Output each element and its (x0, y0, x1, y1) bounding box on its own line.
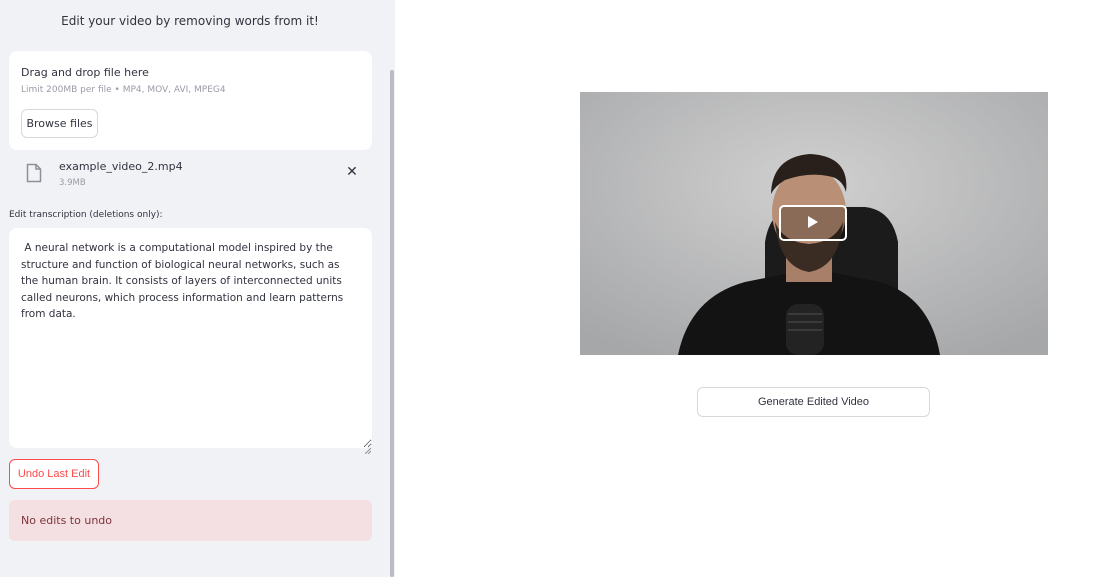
file-size: 3.9MB (59, 178, 86, 188)
scrollbar-thumb[interactable] (390, 70, 394, 577)
main-content: Generate Edited Video (395, 0, 1108, 577)
sidebar: Edit your video by removing words from i… (0, 0, 389, 577)
sidebar-heading: Edit your video by removing words from i… (61, 14, 319, 28)
browse-files-button[interactable]: Browse files (21, 109, 98, 138)
file-dropzone[interactable]: Drag and drop file here Limit 200MB per … (9, 51, 372, 150)
close-icon[interactable]: ✕ (345, 165, 359, 179)
dropzone-title: Drag and drop file here (21, 66, 149, 79)
alert-text: No edits to undo (21, 514, 112, 527)
video-player[interactable] (580, 92, 1048, 355)
play-icon (807, 214, 819, 233)
file-name: example_video_2.mp4 (59, 160, 183, 173)
dropzone-limit: Limit 200MB per file • MP4, MOV, AVI, MP… (21, 85, 226, 95)
transcription-textarea[interactable]: A neural network is a computational mode… (9, 228, 372, 448)
resize-handle-icon[interactable] (364, 439, 372, 455)
transcription-label: Edit transcription (deletions only): (9, 210, 163, 220)
info-alert: No edits to undo (9, 500, 372, 541)
app: Edit your video by removing words from i… (0, 0, 1108, 577)
undo-last-edit-button[interactable]: Undo Last Edit (9, 459, 99, 489)
generate-edited-video-button[interactable]: Generate Edited Video (697, 387, 930, 417)
file-icon (26, 163, 42, 183)
uploaded-file: example_video_2.mp4 3.9MB ✕ (9, 154, 372, 194)
play-button[interactable] (779, 205, 847, 241)
